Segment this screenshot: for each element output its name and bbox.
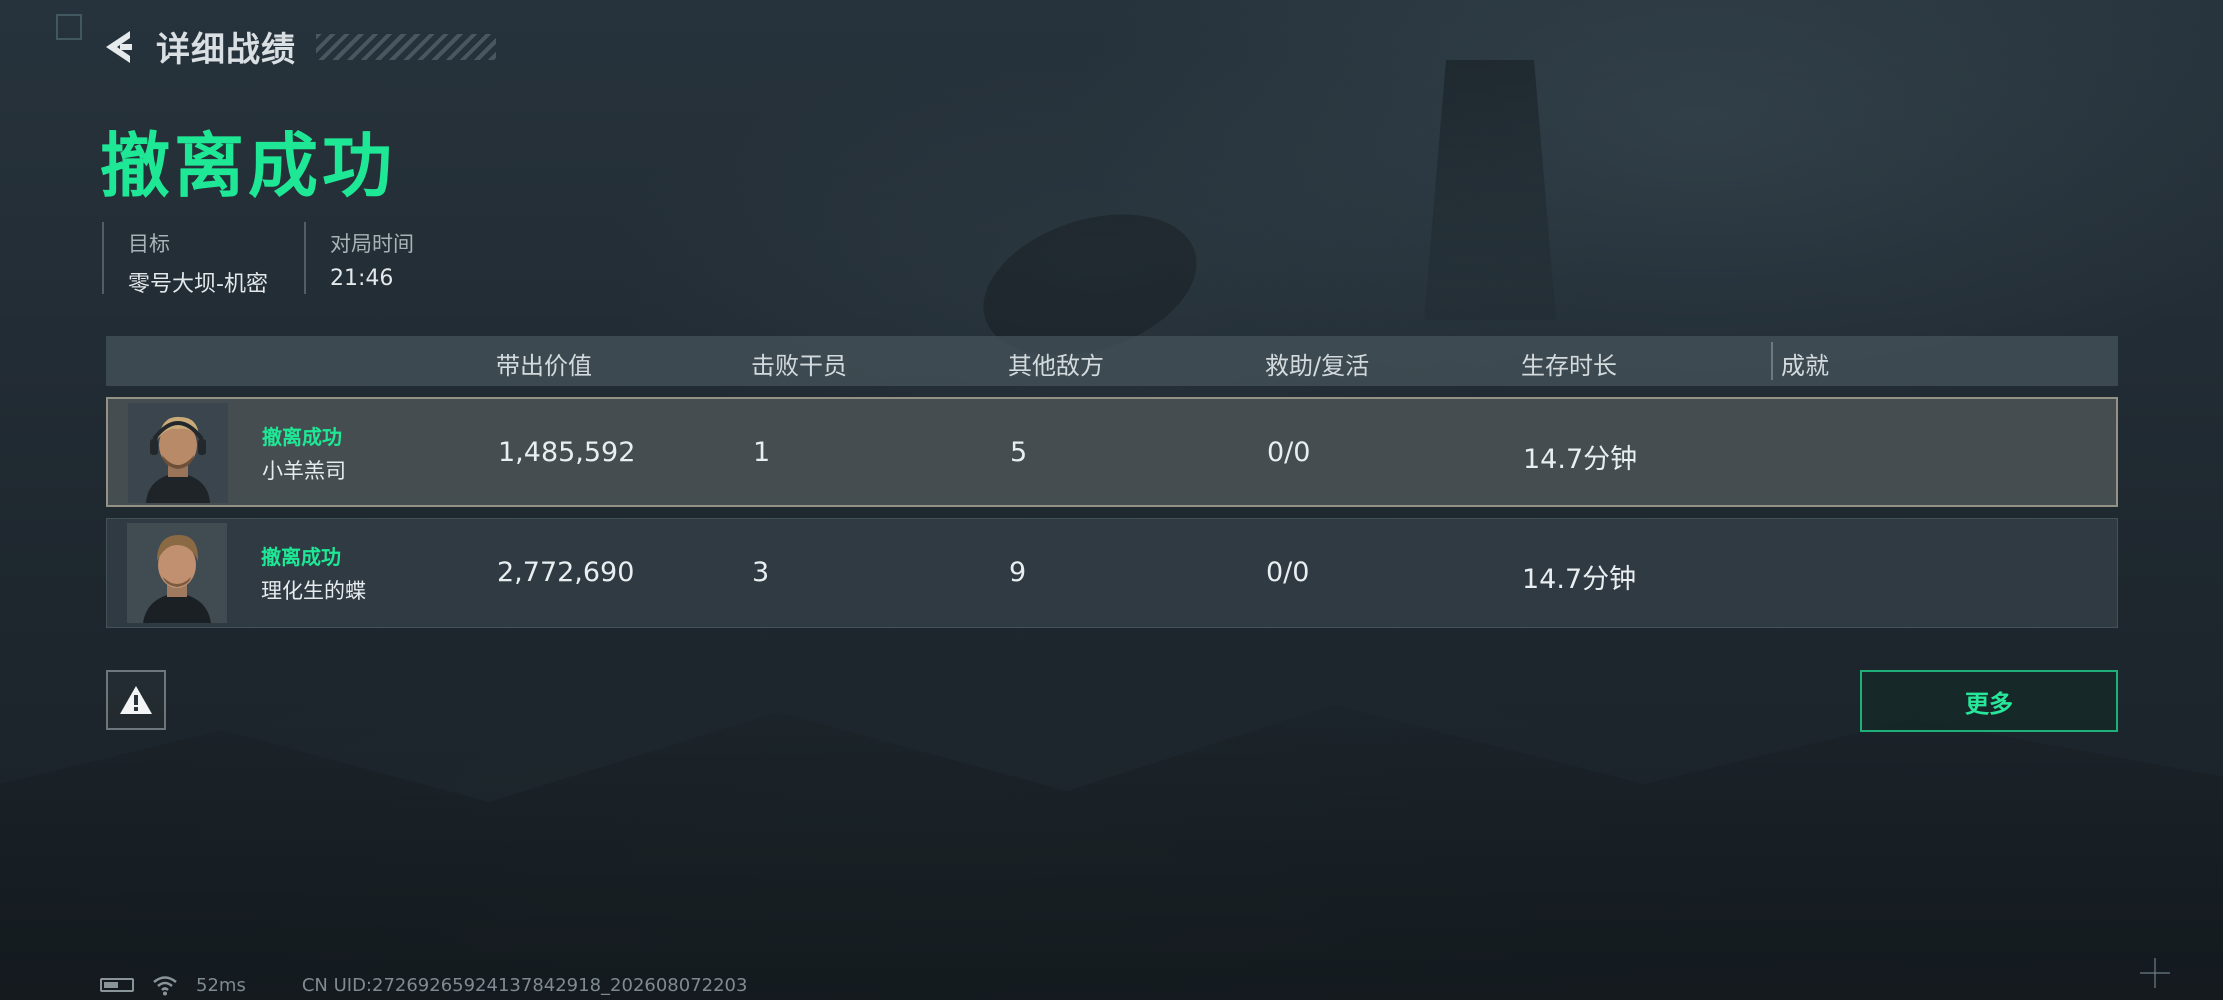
survival-time-cell: 14.7分钟 [1522,564,1637,595]
uid-text: CN UID:272692659241378429­18_20260807220… [301,974,748,996]
player-status: 撤离成功 [261,545,341,569]
page-header: 详细战绩 [100,22,496,71]
player-status: 撤离成功 [262,425,342,449]
table-row[interactable]: 撤离成功 小羊羔司 1,485,592 1 5 0/0 14.7分钟 [106,397,2118,507]
value-cell: 1,485,592 [498,437,636,468]
column-header-kills: 击败干员 [751,352,847,380]
match-time-info: 对局时间 21:46 [303,222,450,294]
warning-icon [120,686,152,714]
column-header-assist-revive: 救助/复活 [1265,352,1370,380]
column-divider [1771,342,1773,380]
avatar [128,403,228,503]
kills-cell: 1 [753,437,771,468]
crosshair-icon [2140,958,2170,988]
table-row[interactable]: 撤离成功 理化生的蝶 2,772,690 3 9 0/0 14.7分钟 [106,518,2118,628]
background-tower [1424,60,1556,320]
target-value: 零号大坝-机密 [128,272,268,297]
value-cell: 2,772,690 [497,557,635,588]
match-time-label: 对局时间 [329,232,414,256]
target-label: 目标 [128,232,170,256]
table-header: 带出价值 击败干员 其他敌方 救助/复活 生存时长 成就 [106,336,2118,386]
other-enemies-cell: 9 [1009,557,1027,588]
more-button[interactable]: 更多 [1860,670,2118,732]
status-bar: 52ms CN UID:272692659241378429­18_202608… [100,974,747,996]
wifi-icon [153,976,177,996]
column-header-survival-time: 生存时长 [1521,352,1617,380]
result-title: 撤离成功 [100,125,396,207]
player-name: 小羊羔司 [262,459,346,483]
ping-value: 52ms [196,974,246,996]
assist-revive-cell: 0/0 [1266,557,1310,588]
column-header-achievement: 成就 [1781,352,1829,380]
column-header-other-enemies: 其他敌方 [1008,352,1104,380]
target-info: 目标 零号大坝-机密 [102,222,304,297]
report-button[interactable] [106,670,166,730]
survival-time-cell: 14.7分钟 [1523,444,1638,475]
back-arrow-icon[interactable] [100,27,140,67]
battery-icon [100,978,134,992]
kills-cell: 3 [752,557,770,588]
assist-revive-cell: 0/0 [1267,437,1311,468]
column-header-value: 带出价值 [496,352,592,380]
corner-frame-icon [56,14,82,40]
other-enemies-cell: 5 [1010,437,1028,468]
match-time-value: 21:46 [329,266,394,291]
match-info: 目标 零号大坝-机密 对局时间 21:46 [102,222,450,297]
avatar [127,523,227,623]
page-title: 详细战绩 [156,30,296,70]
player-name: 理化生的蝶 [261,579,366,603]
title-stripes-decoration [316,33,496,60]
